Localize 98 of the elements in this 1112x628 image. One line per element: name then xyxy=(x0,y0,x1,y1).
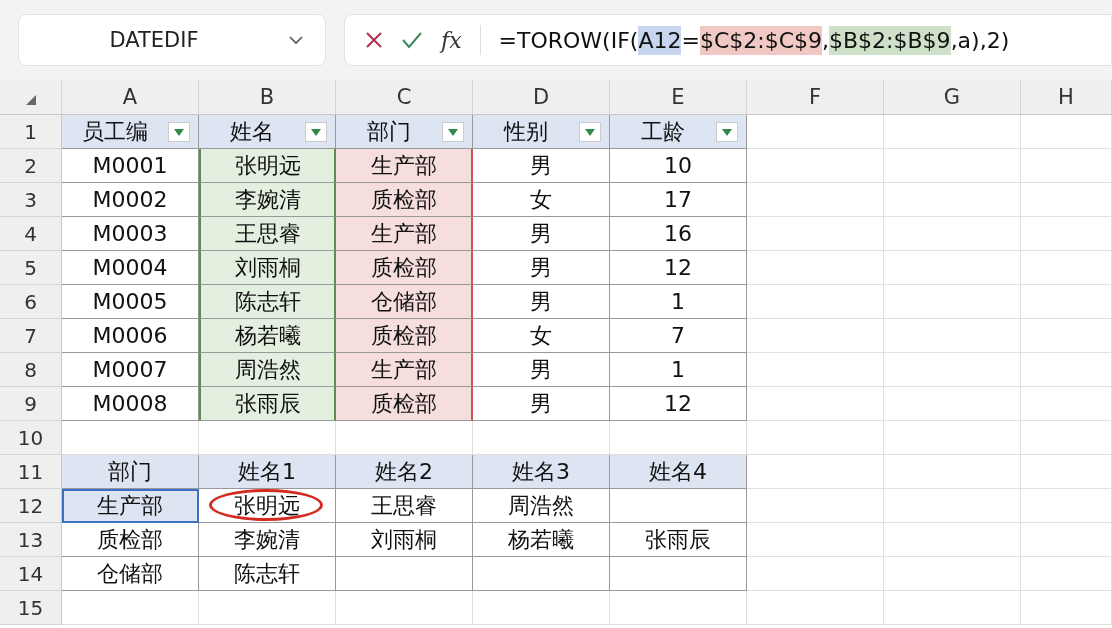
filter-button[interactable] xyxy=(579,122,601,142)
row-header[interactable]: 9 xyxy=(0,387,62,421)
table-cell[interactable]: 姓名4 xyxy=(610,455,747,489)
table-cell[interactable]: 生产部 xyxy=(62,489,199,523)
row-header[interactable]: 13 xyxy=(0,523,62,557)
table-cell[interactable]: 杨若曦 xyxy=(199,319,336,353)
table-cell[interactable]: 姓名 xyxy=(199,115,336,149)
table-cell[interactable]: 姓名1 xyxy=(199,455,336,489)
table-cell[interactable]: 生产部 xyxy=(336,217,473,251)
table-cell[interactable]: 姓名2 xyxy=(336,455,473,489)
table-cell[interactable]: 部门 xyxy=(336,115,473,149)
table-cell[interactable]: 质检部 xyxy=(336,387,473,421)
caret-icon xyxy=(174,128,184,136)
table-cell[interactable]: 李婉清 xyxy=(199,183,336,217)
table-cell[interactable]: 17 xyxy=(610,183,747,217)
table-cell[interactable]: 女 xyxy=(473,319,610,353)
table-cell[interactable]: 16 xyxy=(610,217,747,251)
filter-button[interactable] xyxy=(305,122,327,142)
table-cell[interactable] xyxy=(336,557,473,591)
table-cell[interactable]: 周浩然 xyxy=(199,353,336,387)
formula-bar[interactable]: fx =TOROW(IF(A12=$C$2:$C$9,$B$2:$B$9,a),2) xyxy=(344,14,1112,66)
formula-text[interactable]: =TOROW(IF(A12=$C$2:$C$9,$B$2:$B$9,a),2) xyxy=(498,25,1010,55)
column-header[interactable]: B xyxy=(199,80,336,115)
row-header[interactable]: 3 xyxy=(0,183,62,217)
caret-icon xyxy=(585,128,595,136)
row-header[interactable]: 4 xyxy=(0,217,62,251)
row-header[interactable]: 14 xyxy=(0,557,62,591)
table-cell[interactable]: 12 xyxy=(610,251,747,285)
table-cell[interactable]: 李婉清 xyxy=(199,523,336,557)
table-cell[interactable]: 张雨辰 xyxy=(199,387,336,421)
table-cell[interactable]: 生产部 xyxy=(336,353,473,387)
table-cell[interactable]: 工龄 xyxy=(610,115,747,149)
table-cell[interactable]: 部门 xyxy=(62,455,199,489)
table-cell[interactable]: 男 xyxy=(473,149,610,183)
table-cell[interactable]: 刘雨桐 xyxy=(199,251,336,285)
table-cell[interactable]: 杨若曦 xyxy=(473,523,610,557)
chevron-down-icon[interactable] xyxy=(289,35,303,45)
table-cell[interactable]: 1 xyxy=(610,353,747,387)
table-cell[interactable] xyxy=(473,557,610,591)
row-header[interactable]: 7 xyxy=(0,319,62,353)
filter-button[interactable] xyxy=(168,122,190,142)
table-cell[interactable]: 1 xyxy=(610,285,747,319)
table-cell[interactable]: 质检部 xyxy=(336,183,473,217)
column-header[interactable]: A xyxy=(62,80,199,115)
table-cell[interactable]: 姓名3 xyxy=(473,455,610,489)
table-cell[interactable]: 陈志轩 xyxy=(199,557,336,591)
table-cell[interactable]: 仓储部 xyxy=(336,285,473,319)
table-cell[interactable]: 刘雨桐 xyxy=(336,523,473,557)
table-cell[interactable]: 生产部 xyxy=(336,149,473,183)
table-cell[interactable]: 男 xyxy=(473,285,610,319)
table-cell[interactable]: 王思睿 xyxy=(336,489,473,523)
name-box[interactable]: DATEDIF xyxy=(18,14,326,66)
row-header[interactable]: 6 xyxy=(0,285,62,319)
table-cell[interactable]: 周浩然 xyxy=(473,489,610,523)
caret-icon xyxy=(311,128,321,136)
table-cell[interactable]: 陈志轩 xyxy=(199,285,336,319)
table-cell[interactable] xyxy=(610,489,747,523)
close-icon[interactable] xyxy=(365,31,383,49)
column-header[interactable]: C xyxy=(336,80,473,115)
table-cell[interactable] xyxy=(610,557,747,591)
table-cell[interactable]: 仓储部 xyxy=(62,557,199,591)
caret-icon xyxy=(448,128,458,136)
table-cell[interactable]: 男 xyxy=(473,387,610,421)
row-header[interactable]: 1 xyxy=(0,115,62,149)
table-cell[interactable]: 男 xyxy=(473,251,610,285)
table-cell[interactable]: 12 xyxy=(610,387,747,421)
column-header[interactable]: E xyxy=(610,80,747,115)
row-header[interactable]: 15 xyxy=(0,591,62,625)
table-cell[interactable]: 张明远 xyxy=(199,149,336,183)
table-cell[interactable]: 质检部 xyxy=(62,523,199,557)
table-cell[interactable]: 张明远 xyxy=(199,489,336,523)
column-header[interactable]: G xyxy=(884,80,1021,115)
row-header[interactable]: 2 xyxy=(0,149,62,183)
filter-button[interactable] xyxy=(716,122,738,142)
table-cell[interactable]: 7 xyxy=(610,319,747,353)
table-cell[interactable]: 质检部 xyxy=(336,251,473,285)
row-header[interactable]: 11 xyxy=(0,455,62,489)
column-header[interactable]: H xyxy=(1021,80,1112,115)
table-cell[interactable]: 质检部 xyxy=(336,319,473,353)
column-header[interactable]: F xyxy=(747,80,884,115)
column-header[interactable]: D xyxy=(473,80,610,115)
filter-button[interactable] xyxy=(442,122,464,142)
table-cell[interactable]: 男 xyxy=(473,217,610,251)
table-cell[interactable]: 男 xyxy=(473,353,610,387)
row-header[interactable]: 12 xyxy=(0,489,62,523)
table-cell[interactable]: 性别 xyxy=(473,115,610,149)
function-button[interactable]: fx xyxy=(441,27,462,53)
table-cell[interactable]: 王思睿 xyxy=(199,217,336,251)
table-cell[interactable]: 10 xyxy=(610,149,747,183)
caret-icon xyxy=(722,128,732,136)
row-header[interactable]: 5 xyxy=(0,251,62,285)
table-cell[interactable]: 员工编 xyxy=(62,115,199,149)
table-cell[interactable]: 张雨辰 xyxy=(610,523,747,557)
select-all-icon[interactable] xyxy=(24,94,37,106)
check-icon[interactable] xyxy=(401,31,423,49)
row-header[interactable]: 8 xyxy=(0,353,62,387)
table-cell[interactable]: 女 xyxy=(473,183,610,217)
row-header[interactable]: 10 xyxy=(0,421,62,455)
